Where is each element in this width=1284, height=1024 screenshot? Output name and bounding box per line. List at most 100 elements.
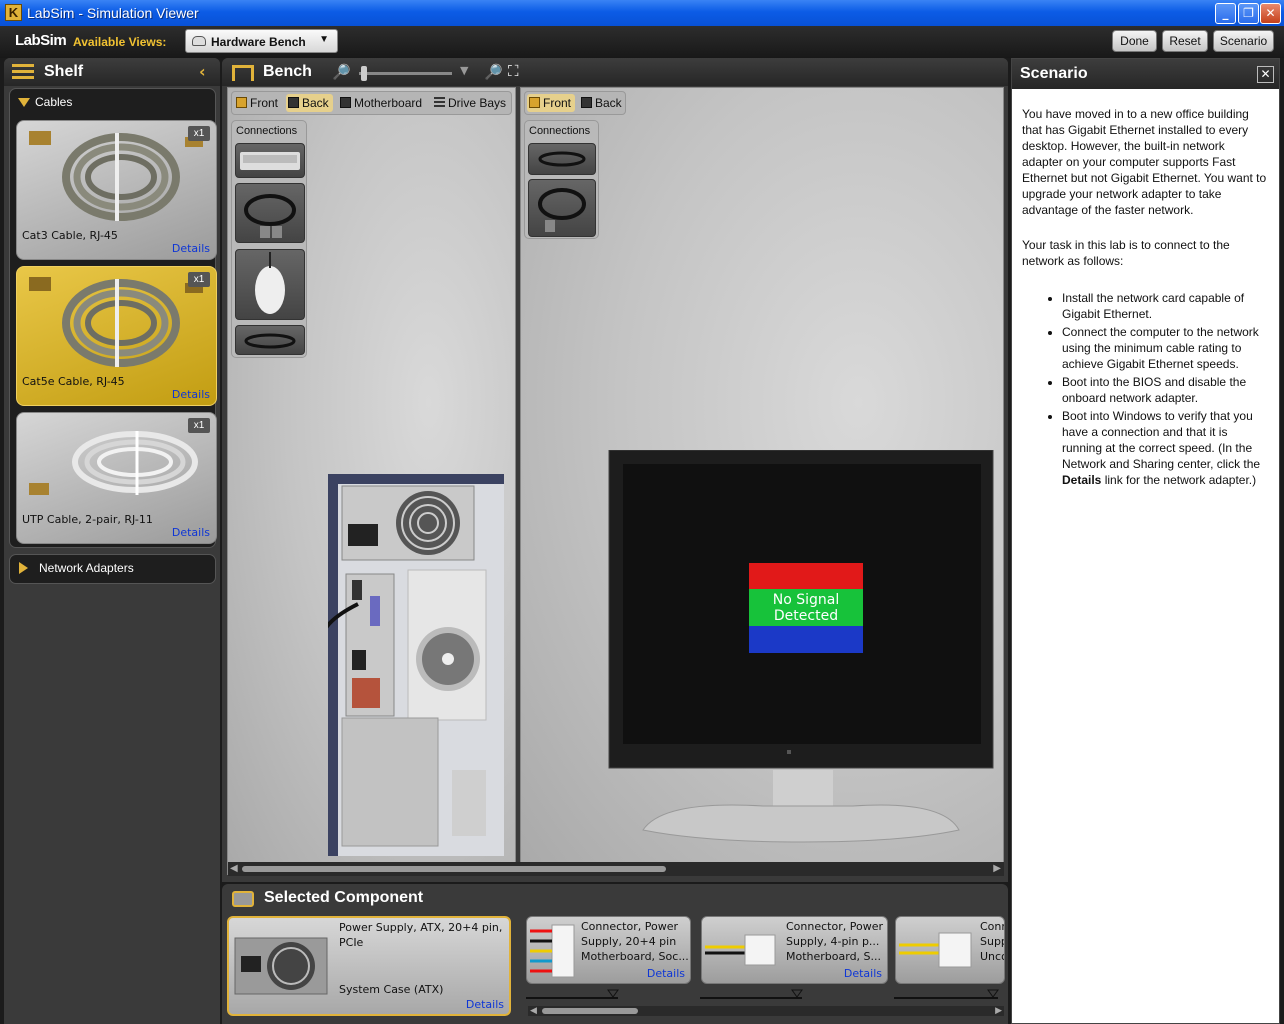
connector-line-3: Motherboard, Soc... <box>581 950 689 963</box>
minimize-button[interactable]: _ <box>1215 3 1236 24</box>
cables-section: Cables x1 Cat3 Cable, RJ-45 Details x1 C… <box>9 88 217 548</box>
tab-label: Front <box>543 96 572 110</box>
connector-line-3: Unco <box>980 950 1004 963</box>
item-name: UTP Cable, 2-pair, RJ-11 <box>22 513 153 526</box>
back-view-icon <box>288 97 299 108</box>
tab-front[interactable]: Front <box>527 94 576 112</box>
monitor-stage: Front Back Connections No Signal Detecte… <box>520 87 1004 875</box>
close-window-button[interactable]: ✕ <box>1260 3 1281 24</box>
bench-horizontal-scrollbar[interactable]: ◀ ▶ <box>228 862 1004 876</box>
zoom-out-icon[interactable]: 🔎 <box>332 63 351 81</box>
quantity-badge: x1 <box>188 272 210 287</box>
vga-cable-connection[interactable] <box>235 183 305 243</box>
vga-cable-icon <box>538 188 586 232</box>
scenario-panel: Scenario ✕ You have moved in to a new of… <box>1011 58 1280 1024</box>
tab-back[interactable]: Back <box>579 94 622 112</box>
no-signal-message: No Signal Detected <box>749 563 863 653</box>
connector-20-4-pin-image <box>530 924 575 978</box>
tab-front[interactable]: Front <box>234 94 278 112</box>
details-link[interactable]: Details <box>172 526 210 539</box>
reset-button[interactable]: Reset <box>1162 30 1208 52</box>
monitor-power-connection[interactable] <box>528 143 596 175</box>
connector-4-pin-image <box>705 934 776 966</box>
cables-section-header[interactable]: Cables <box>10 89 215 115</box>
zoom-preset-caret-icon[interactable]: ▼ <box>460 64 468 77</box>
shelf-item-utp-rj11[interactable]: x1 UTP Cable, 2-pair, RJ-11 Details <box>16 412 217 544</box>
zoom-fit-icon[interactable]: ⛶ <box>508 62 519 80</box>
computer-case-back <box>328 474 504 856</box>
shelf-item-cat3[interactable]: x1 Cat3 Cable, RJ-45 Details <box>16 120 217 260</box>
view-select[interactable]: Hardware Bench ▼ <box>185 29 338 53</box>
mouse-connection[interactable] <box>235 249 305 320</box>
details-link[interactable]: Details <box>172 388 210 401</box>
component-name: Power Supply, ATX, 20+4 pin, PCIe <box>339 921 503 949</box>
scroll-right-icon[interactable]: ▶ <box>993 863 1001 874</box>
details-link[interactable]: Details <box>647 967 685 980</box>
computer-view-tabs: Front Back Motherboard Drive Bays <box>231 91 512 115</box>
brand-logo: LabSim <box>15 32 67 49</box>
connector-card-4-pin[interactable]: Connector, Power Supply, 4-pin p... Moth… <box>701 916 888 984</box>
done-button[interactable]: Done <box>1112 30 1157 52</box>
power-cord-icon <box>244 333 296 349</box>
details-link[interactable]: Details <box>844 967 882 980</box>
connector-card-partial[interactable]: Conn Supp Unco <box>895 916 1005 984</box>
component-location: System Case (ATX) <box>339 983 444 996</box>
tab-motherboard[interactable]: Motherboard <box>338 94 422 112</box>
cat3-cable-image <box>29 131 203 221</box>
scrollbar-thumb[interactable] <box>242 866 666 872</box>
component-scrollbar[interactable]: ◀ ▶ <box>528 1005 1004 1016</box>
task-item: Boot into Windows to verify that you hav… <box>1062 408 1267 488</box>
computer-stage: Front Back Motherboard Drive Bays Connec… <box>227 87 516 875</box>
task-item: Boot into the BIOS and disable the onboa… <box>1062 374 1267 406</box>
scroll-right-icon[interactable]: ▶ <box>995 1005 1002 1016</box>
blue-bar <box>749 626 863 653</box>
red-bar <box>749 563 863 589</box>
tab-back[interactable]: Back <box>286 94 333 112</box>
close-icon[interactable]: ✕ <box>1257 66 1274 83</box>
bench-title: Bench <box>263 63 312 80</box>
power-cord-connection[interactable] <box>235 325 305 355</box>
shelf-title: Shelf <box>44 63 84 80</box>
item-name: Cat5e Cable, RJ-45 <box>22 375 125 388</box>
connector-line-3: Motherboard, S... <box>786 950 882 963</box>
selected-component-panel: Selected Component Power Supply, ATX, 20… <box>222 884 1008 1024</box>
zoom-in-icon[interactable]: 🔎 <box>484 63 503 81</box>
cat5e-cable-image <box>29 277 203 367</box>
restore-button[interactable]: ❐ <box>1238 3 1259 24</box>
view-select-value: Hardware Bench <box>211 35 306 49</box>
app-toolbar: LabSim Available Views: Hardware Bench ▼… <box>0 26 1284 58</box>
collapse-icon[interactable]: ‹ <box>199 62 206 81</box>
power-supply-card[interactable]: Power Supply, ATX, 20+4 pin, PCIe System… <box>227 916 511 1016</box>
tab-label: Drive Bays <box>448 96 507 110</box>
scenario-button[interactable]: Scenario <box>1213 30 1274 52</box>
network-adapters-section[interactable]: Network Adapters <box>9 554 216 584</box>
drive-bays-icon <box>434 97 445 108</box>
keyboard-connection[interactable] <box>235 143 305 178</box>
expand-icon <box>18 98 30 107</box>
expand-icon <box>19 562 28 574</box>
monitor-vga-connection[interactable] <box>528 179 596 237</box>
details-link[interactable]: Details <box>172 242 210 255</box>
cables-label: Cables <box>35 95 73 109</box>
network-adapters-label: Network Adapters <box>39 561 134 575</box>
scenario-body: You have moved in to a new office buildi… <box>1022 106 1267 490</box>
connector-card-20-4-pin[interactable]: Connector, Power Supply, 20+4 pin Mother… <box>526 916 691 984</box>
mouse-icon <box>255 252 285 314</box>
scroll-left-icon[interactable]: ◀ <box>230 863 238 874</box>
task-text: link for the network adapter.) <box>1104 473 1257 487</box>
power-supply-image <box>234 937 328 995</box>
shelf-header: Shelf ‹ <box>4 58 220 86</box>
menu-icon[interactable] <box>12 64 34 80</box>
details-bold: Details <box>1062 473 1102 487</box>
connections-label: Connections <box>529 125 591 137</box>
scenario-paragraph-2: Your task in this lab is to connect to t… <box>1022 238 1230 268</box>
zoom-slider-handle[interactable] <box>361 66 367 81</box>
tab-drive-bays[interactable]: Drive Bays <box>432 94 506 112</box>
network-adapters-header[interactable]: Network Adapters <box>10 555 215 581</box>
scrollbar-thumb[interactable] <box>542 1008 638 1014</box>
scroll-left-icon[interactable]: ◀ <box>530 1005 537 1016</box>
shelf-item-cat5e[interactable]: x1 Cat5e Cable, RJ-45 Details <box>16 266 217 406</box>
zoom-slider[interactable] <box>359 66 452 81</box>
message-line-2: Detected <box>773 608 839 624</box>
details-link[interactable]: Details <box>466 998 504 1011</box>
